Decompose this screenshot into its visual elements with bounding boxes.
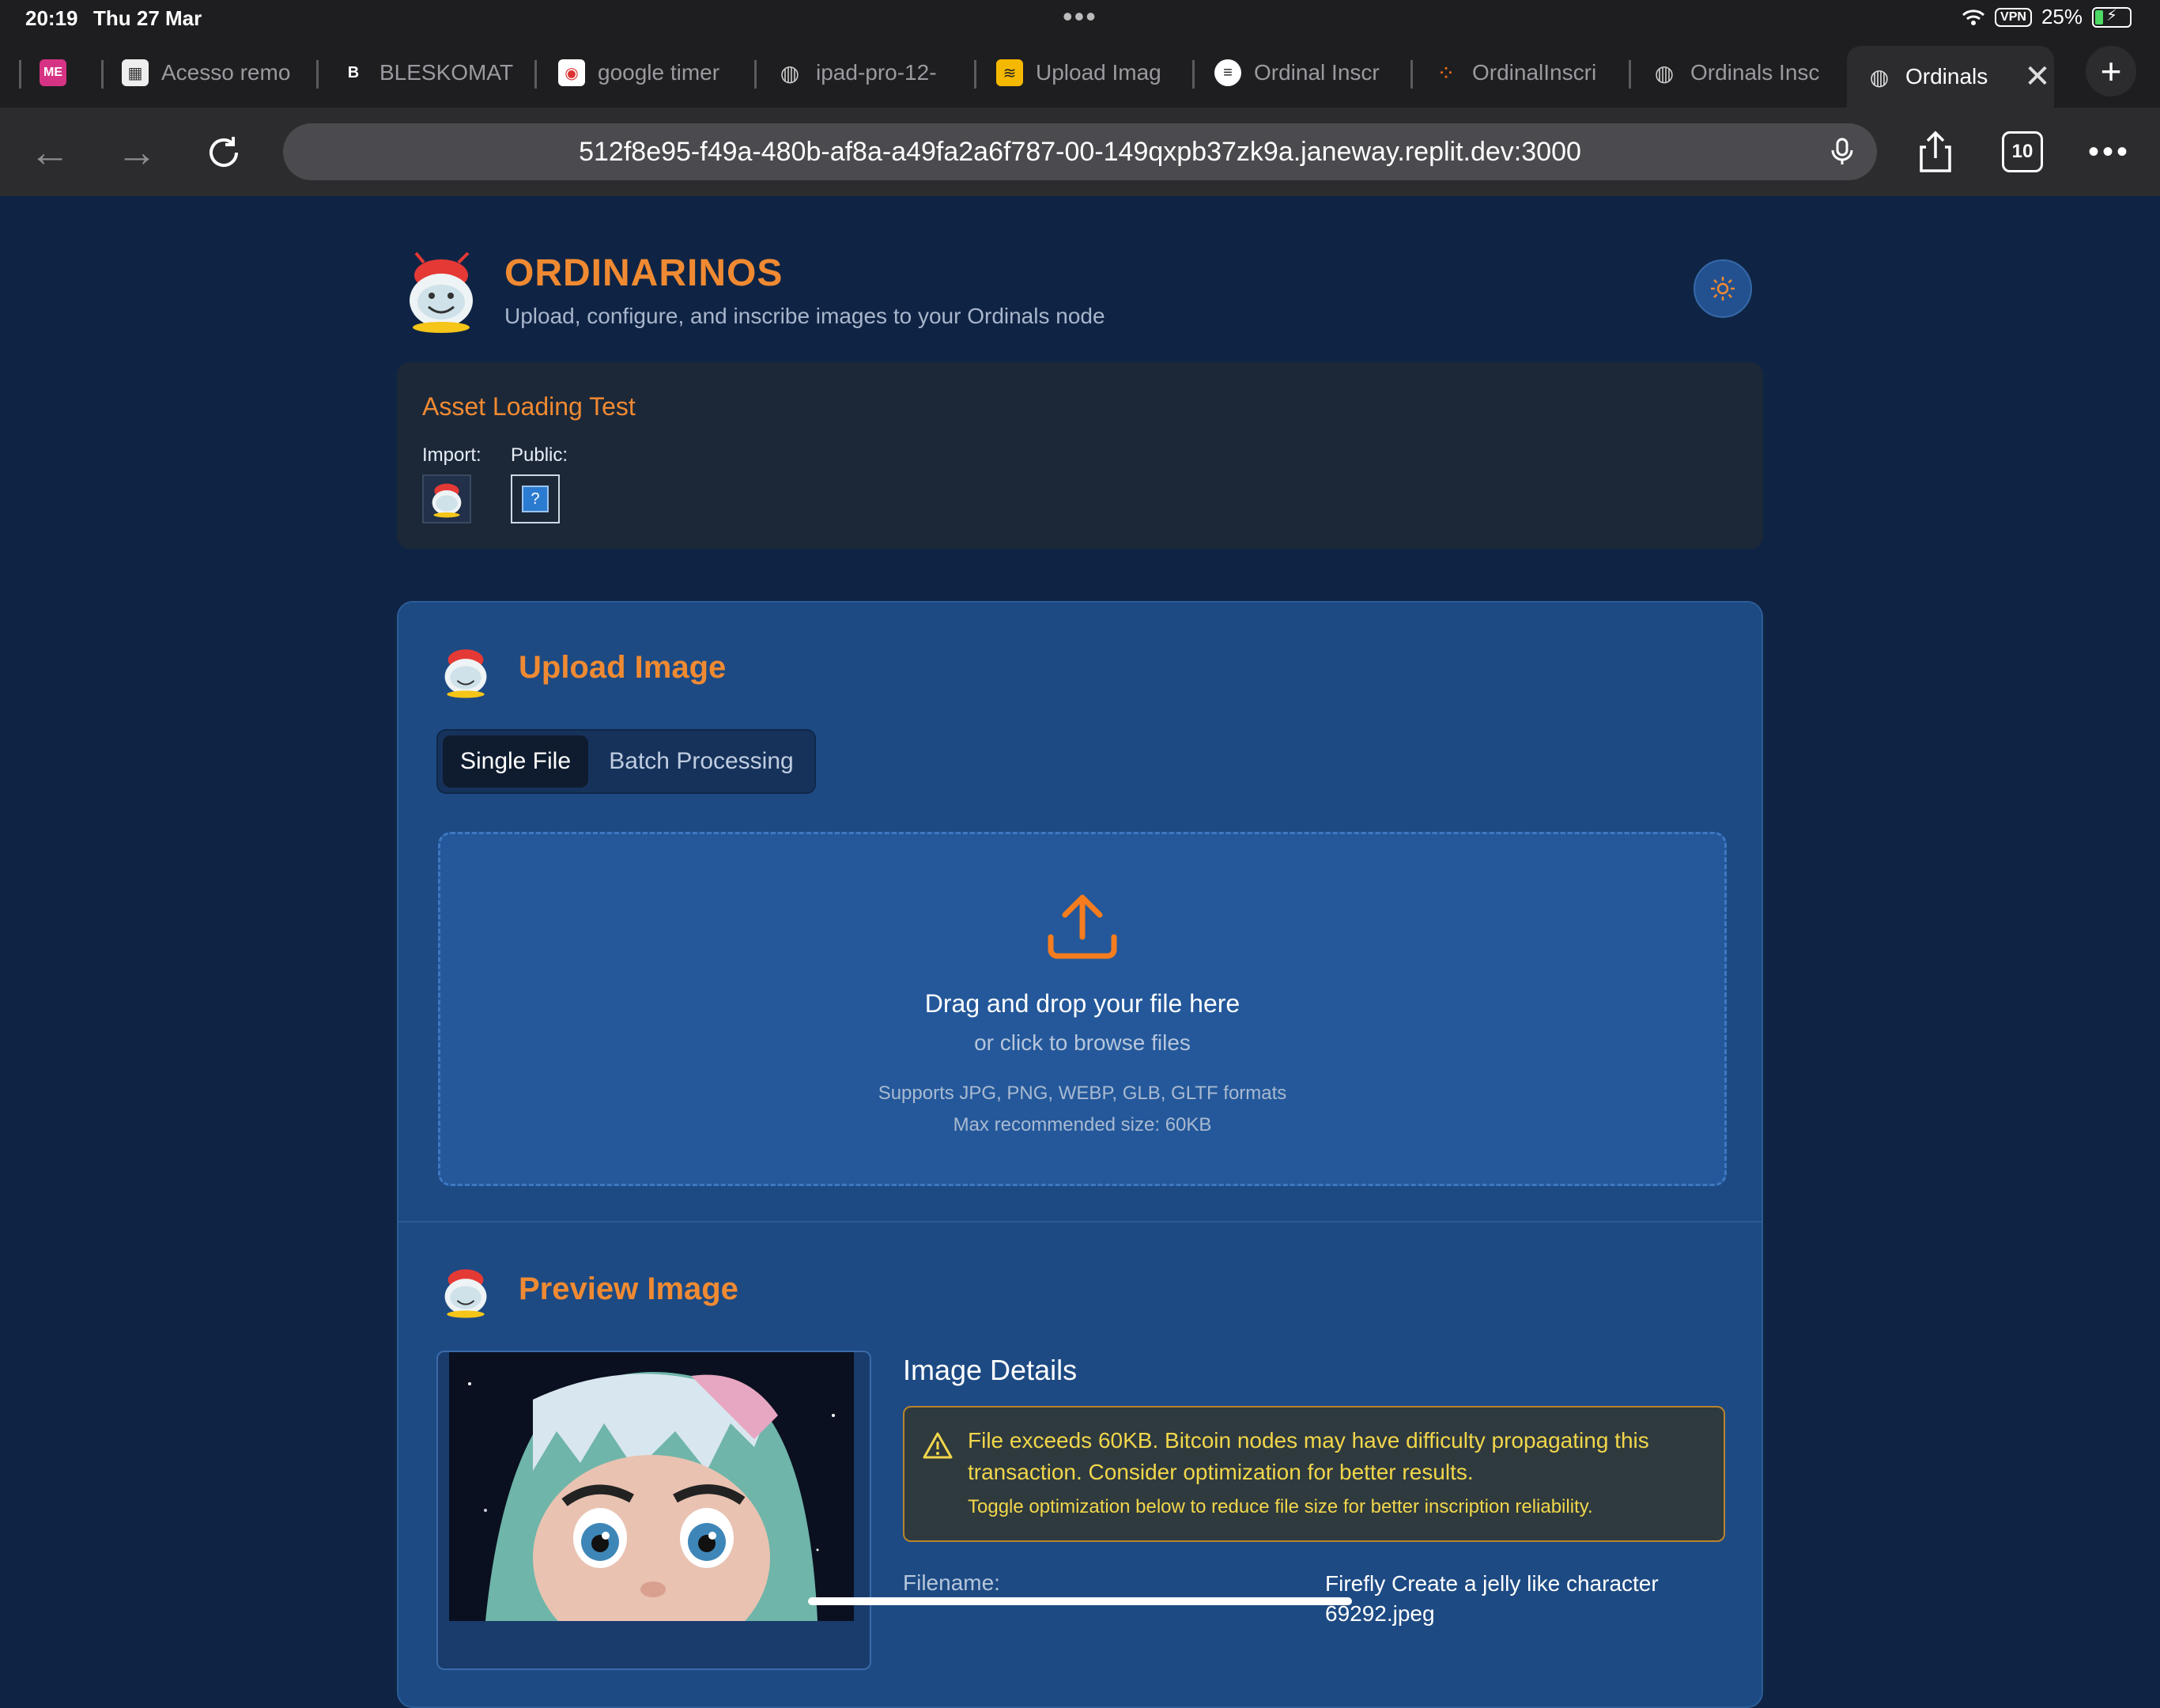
- multitasking-dots-icon[interactable]: •••: [1063, 0, 1097, 33]
- dots-icon: ⁘: [1437, 60, 1456, 85]
- asset-test-title: Asset Loading Test: [422, 392, 636, 421]
- ordinarinos-logo: [432, 483, 462, 518]
- status-date: Thu 27 Mar: [93, 6, 202, 30]
- ordinarinos-logo: [444, 1269, 487, 1318]
- status-bar: 20:19 Thu 27 Mar ••• VPN 25% ⚡: [0, 0, 2160, 38]
- tab-divider: [19, 60, 21, 89]
- home-indicator[interactable]: [808, 1597, 1352, 1605]
- lines-icon: ≡: [1214, 59, 1241, 86]
- back-icon[interactable]: ←: [22, 125, 77, 180]
- size-warning-box: File exceeds 60KB. Bitcoin nodes may hav…: [903, 1406, 1725, 1542]
- upload-icon: [1048, 894, 1117, 959]
- google-icon: ◉: [558, 59, 585, 86]
- tab-label: google timer: [598, 60, 720, 85]
- forward-icon[interactable]: →: [109, 125, 164, 180]
- tab-divider: [1629, 60, 1631, 89]
- warning-icon: [923, 1432, 953, 1459]
- browser-toolbar: ← → 512f8e95-f49a-480b-af8a-a49fa2a6f787…: [0, 108, 2160, 196]
- app-subtitle: Upload, configure, and inscribe images t…: [504, 304, 1105, 328]
- tab-batch-processing[interactable]: Batch Processing: [593, 735, 810, 788]
- file-dropzone[interactable]: Drag and drop your file here or click to…: [438, 832, 1727, 1186]
- ordinarinos-logo: [444, 649, 487, 698]
- tab-bleskomat[interactable]: B BLESKOMAT: [340, 46, 519, 100]
- upload-mode-tabs: Single File Batch Processing: [436, 729, 816, 794]
- public-image-broken: ?: [511, 474, 560, 523]
- tab-divider: [534, 60, 537, 89]
- dropzone-main-text: Drag and drop your file here: [924, 989, 1240, 1018]
- globe-icon: ◍: [780, 60, 800, 85]
- warning-main-text: File exceeds 60KB. Bitcoin nodes may hav…: [968, 1428, 1649, 1484]
- tab-ordinals-active[interactable]: ◍ Ordinals ✕: [1847, 46, 2054, 108]
- asset-loading-test-card: Asset Loading Test Import: Public: ?: [397, 362, 1763, 549]
- tab-divider: [316, 60, 319, 89]
- new-tab-button[interactable]: +: [2086, 46, 2136, 96]
- dropzone-sub-text: or click to browse files: [974, 1030, 1191, 1055]
- section-divider: [398, 1221, 1762, 1222]
- tab-label: Ordinals Insc: [1690, 60, 1820, 85]
- tab-me[interactable]: ME: [40, 46, 87, 100]
- tab-label: Acesso remo: [161, 60, 291, 85]
- me-icon: ME: [40, 59, 66, 86]
- globe-icon: ◍: [1654, 60, 1675, 85]
- tab-divider: [101, 60, 104, 89]
- address-bar[interactable]: 512f8e95-f49a-480b-af8a-a49fa2a6f787-00-…: [283, 123, 1877, 180]
- app-title: ORDINARINOS: [504, 252, 784, 294]
- preview-section-title: Preview Image: [519, 1272, 738, 1306]
- reload-icon[interactable]: [196, 125, 251, 180]
- filename-label: Filename:: [903, 1570, 1000, 1595]
- microphone-icon[interactable]: [1826, 136, 1858, 168]
- import-logo-image: [422, 474, 471, 523]
- tab-ordinals-insc[interactable]: ◍ Ordinals Insc: [1651, 46, 1830, 100]
- tab-ipad-pro[interactable]: ◍ ipad-pro-12-: [776, 46, 955, 100]
- tab-acesso[interactable]: ▦ Acesso remo: [122, 46, 300, 100]
- globe-icon: ◍: [1869, 64, 1890, 89]
- ordinarinos-logo: [410, 251, 473, 333]
- tab-label: Upload Imag: [1036, 60, 1161, 85]
- tab-divider: [754, 60, 757, 89]
- dropzone-formats: Supports JPG, PNG, WEBP, GLB, GLTF forma…: [878, 1083, 1287, 1104]
- stack-icon: ≋: [996, 59, 1023, 86]
- vpn-badge: VPN: [1995, 7, 2032, 27]
- browser-tab-bar: ME ▦ Acesso remo B BLESKOMAT ◉ google ti…: [0, 38, 2160, 108]
- broken-image-icon: ?: [522, 486, 549, 512]
- theme-toggle-button[interactable]: [1694, 259, 1752, 318]
- share-icon[interactable]: [1913, 128, 1958, 176]
- close-tab-icon[interactable]: ✕: [2024, 59, 2051, 95]
- more-options-icon[interactable]: •••: [2084, 128, 2135, 176]
- character-image: [449, 1352, 854, 1661]
- preview-image: [436, 1351, 871, 1670]
- tab-single-file[interactable]: Single File: [443, 735, 588, 788]
- bleskomat-icon: B: [347, 63, 360, 81]
- tab-label: Ordinals: [1905, 64, 1988, 89]
- dropzone-max-size: Max recommended size: 60KB: [953, 1114, 1212, 1136]
- tab-divider: [1410, 60, 1413, 89]
- tab-divider: [974, 60, 976, 89]
- tab-ordinal-inscr[interactable]: ≡ Ordinal Inscr: [1214, 46, 1393, 100]
- warning-sub-text: Toggle optimization below to reduce file…: [968, 1496, 1593, 1517]
- sun-icon: [1711, 277, 1735, 300]
- page-content: ORDINARINOS Upload, configure, and inscr…: [0, 196, 2160, 1708]
- upload-section-title: Upload Image: [519, 650, 727, 685]
- tab-label: ipad-pro-12-: [816, 60, 937, 85]
- url-text: 512f8e95-f49a-480b-af8a-a49fa2a6f787-00-…: [579, 136, 1581, 167]
- image-icon: ▦: [122, 59, 149, 86]
- tab-overview-button[interactable]: 10: [2000, 128, 2045, 176]
- battery-icon: ⚡: [2092, 6, 2132, 28]
- tab-label: BLESKOMAT: [380, 60, 514, 85]
- tab-ordinalinscri[interactable]: ⁘ OrdinalInscri: [1433, 46, 1611, 100]
- wifi-icon: [1962, 9, 1985, 25]
- import-label: Import:: [422, 444, 481, 466]
- tab-label: Ordinal Inscr: [1254, 60, 1380, 85]
- tab-label: OrdinalInscri: [1472, 60, 1597, 85]
- tab-google-timer[interactable]: ◉ google timer: [558, 46, 737, 100]
- tab-upload-image[interactable]: ≋ Upload Imag: [996, 46, 1175, 100]
- image-details-title: Image Details: [903, 1354, 1078, 1386]
- tab-divider: [1192, 60, 1195, 89]
- filename-value: Firefly Create a jelly like character 69…: [1325, 1571, 1659, 1626]
- battery-percent: 25%: [2041, 5, 2083, 28]
- public-label: Public:: [511, 444, 568, 466]
- status-time: 20:19: [25, 6, 78, 30]
